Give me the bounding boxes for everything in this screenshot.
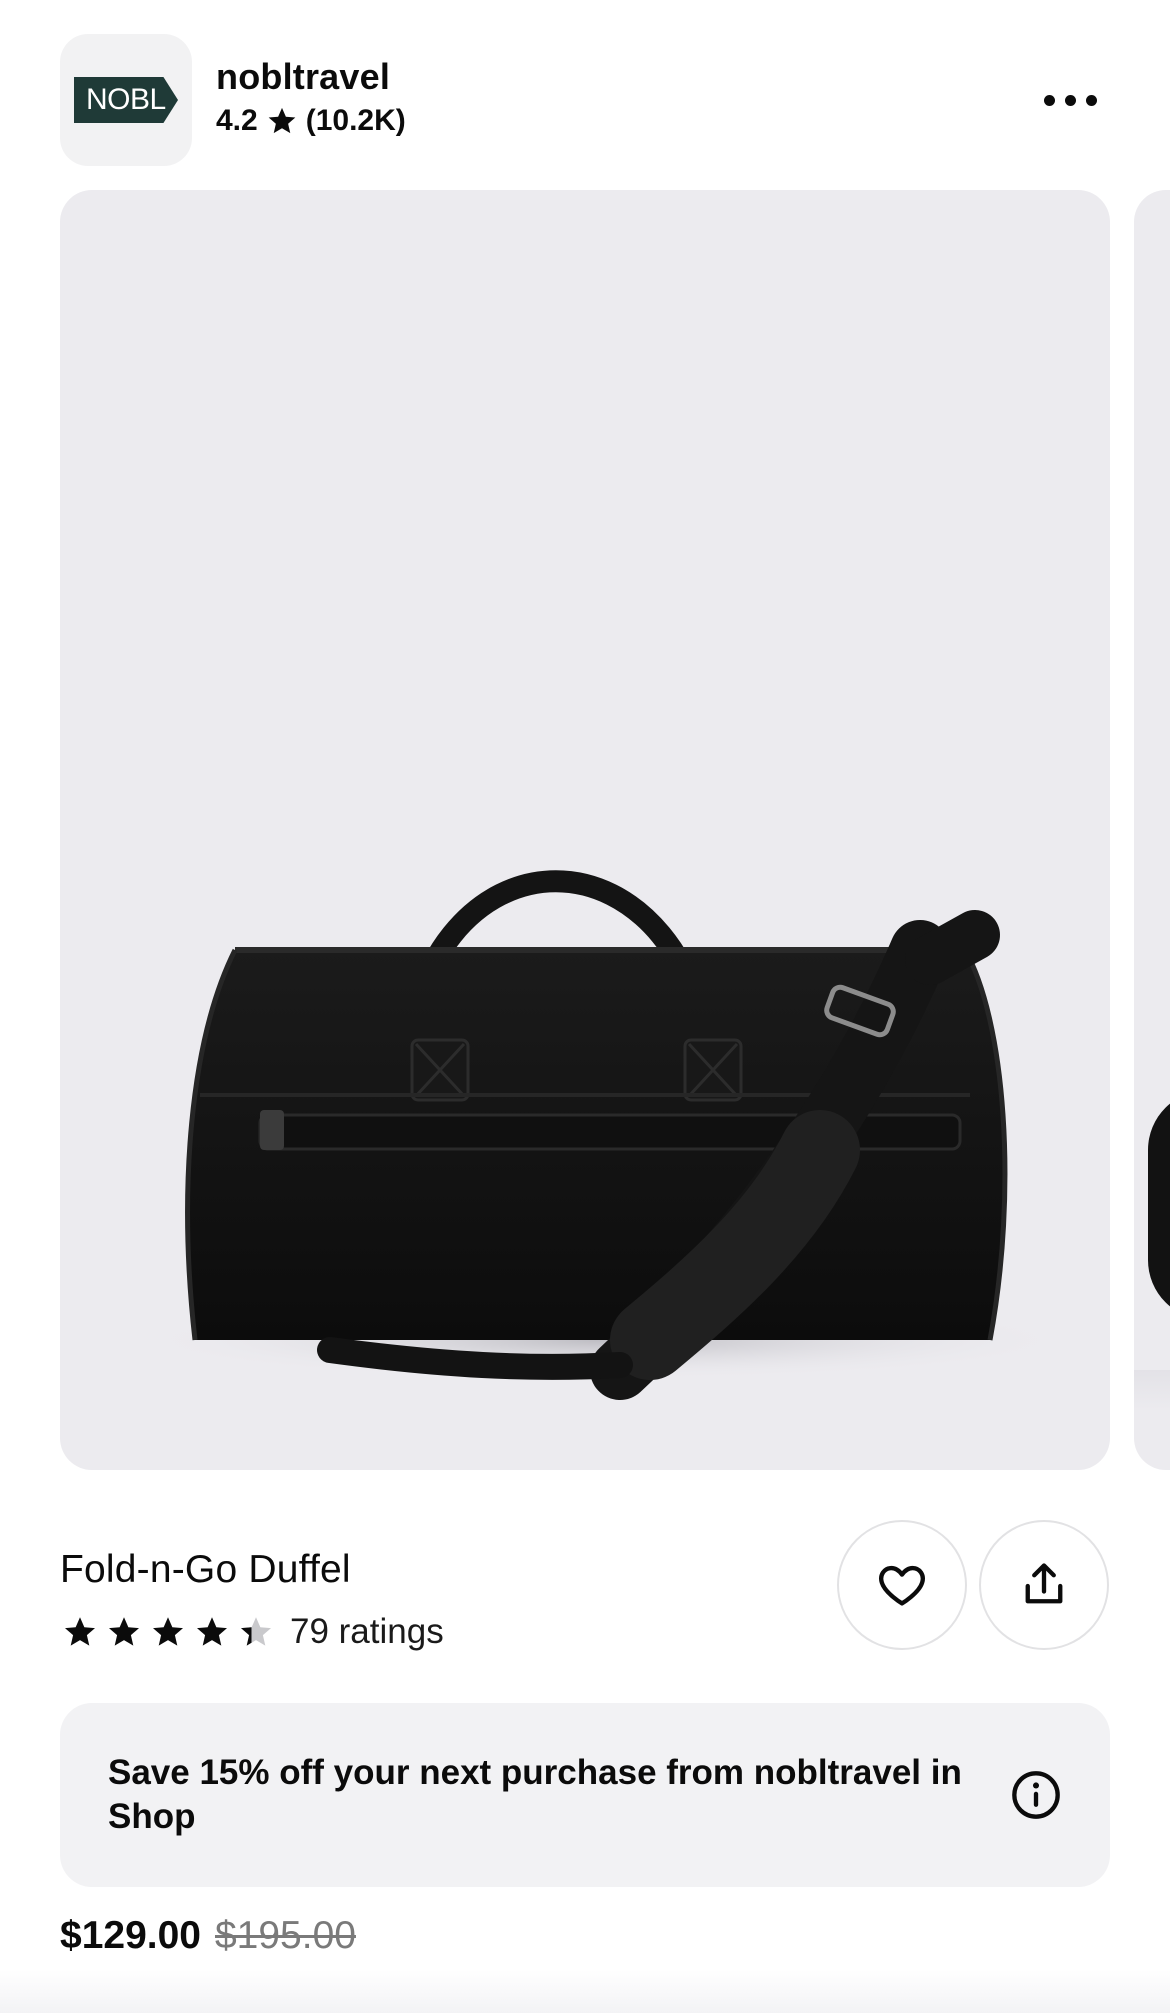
heart-icon — [879, 1565, 925, 1606]
rating-stars — [62, 1614, 274, 1650]
star-filled-icon — [65, 1617, 95, 1646]
bottom-fade — [0, 1970, 1170, 2013]
original-price: $195.00 — [214, 1914, 356, 1957]
share-button[interactable] — [979, 1520, 1109, 1650]
more-dot — [1085, 94, 1097, 106]
store-header: NOBL nobltravel 4.2 (10.2K) — [60, 34, 1110, 166]
store-logo[interactable]: NOBL — [60, 34, 192, 166]
star-partial-icon — [241, 1617, 271, 1646]
ratings-count[interactable]: 79 ratings — [290, 1612, 444, 1652]
logo-text: NOBL — [86, 83, 166, 116]
nobl-logo-tag: NOBL — [74, 77, 178, 123]
store-rating: 4.2 (10.2K) — [216, 104, 406, 138]
product-image[interactable] — [60, 190, 1110, 1470]
shop-discount-banner[interactable]: Save 15% off your next purchase from nob… — [60, 1703, 1110, 1887]
product-page: NOBL nobltravel 4.2 (10.2K) Fold-n-Go Du… — [0, 0, 1170, 2013]
more-dot — [1064, 94, 1076, 106]
favorite-button[interactable] — [837, 1520, 967, 1650]
star-filled-icon — [153, 1617, 183, 1646]
share-icon — [1025, 1563, 1063, 1604]
product-rating[interactable]: 79 ratings — [62, 1610, 444, 1654]
product-title: Fold-n-Go Duffel — [60, 1548, 351, 1591]
store-name[interactable]: nobltravel — [216, 56, 390, 98]
next-image-shadow — [1134, 1370, 1170, 1410]
duffel-bag-illustration — [135, 870, 1075, 1400]
current-price: $129.00 — [60, 1914, 201, 1957]
more-horizontal-icon — [1043, 94, 1055, 106]
star-filled-icon — [109, 1617, 139, 1646]
store-review-count: (10.2K) — [305, 104, 406, 137]
price-row: $129.00 $195.00 — [60, 1914, 356, 1958]
product-image-carousel[interactable] — [0, 190, 1170, 1470]
star-icon — [266, 105, 298, 137]
promo-text: Save 15% off your next purchase from nob… — [108, 1753, 962, 1836]
more-options-button[interactable] — [1030, 74, 1110, 126]
store-rating-value: 4.2 — [216, 104, 258, 137]
next-product-image[interactable] — [1134, 190, 1170, 1470]
info-icon[interactable] — [1010, 1769, 1062, 1821]
star-filled-icon — [197, 1617, 227, 1646]
next-image-bag-preview — [1148, 1090, 1170, 1320]
